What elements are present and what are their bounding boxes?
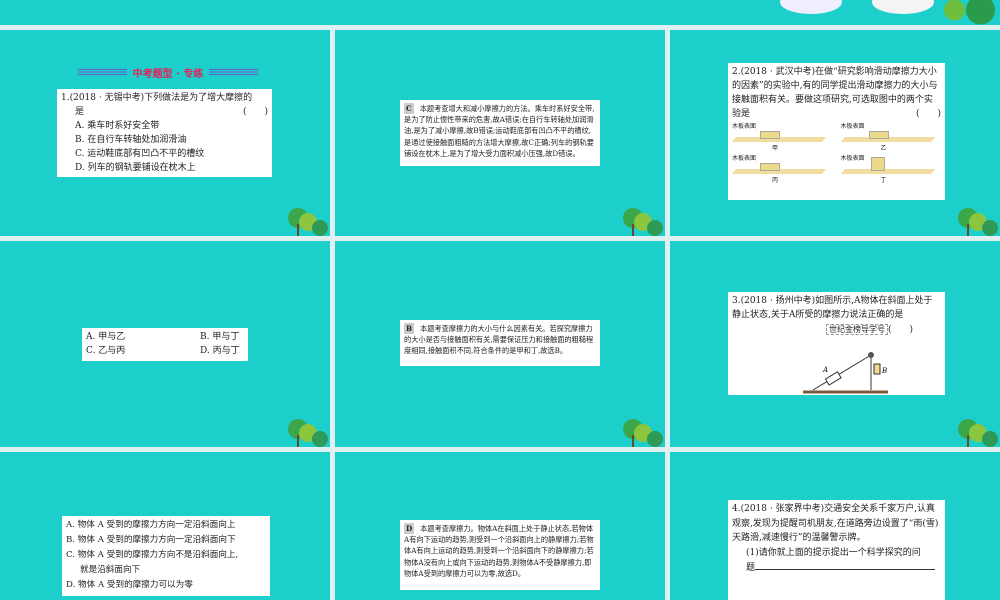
tree-icon	[958, 419, 998, 447]
slide-8[interactable]: D 本题考查摩擦力。物体A在斜面上处于静止状态,若物体A有向下运动的趋势,则受到一…	[335, 452, 665, 600]
option-c: C. 物体 A 受到的摩擦力方向不是沿斜面向上,	[66, 550, 239, 560]
butterfly-cloud-decoration	[872, 0, 934, 14]
options-box: A. 物体 A 受到的摩擦力方向一定沿斜面向上 B. 物体 A 受到的摩擦力方向…	[62, 516, 270, 596]
question-box: 2.(2018 · 武汉中考)在做“研究影响滑动摩擦力大小的因素”的实验中,有的…	[728, 63, 945, 200]
slide-6[interactable]: 3.(2018 · 扬州中考)如图所示,A物体在斜面上处于静止状态,关于A所受的…	[670, 241, 1000, 447]
tree-icon	[288, 208, 328, 236]
butterfly-cloud-decoration	[780, 0, 842, 14]
slide-9[interactable]: 4.(2018 · 张家界中考)交通安全关系千家万户,认真观察,发现为提醒司机朋…	[670, 452, 1000, 600]
slide-1[interactable]: 中考题型 · 专练 1.(2018 · 无锡中考)下列做法是为了增大摩擦的 是 (…	[0, 30, 330, 236]
option-b: B. 在自行车转轴处加润滑油	[75, 135, 187, 145]
option-a: A. 物体 A 受到的摩擦力方向一定沿斜面向上	[66, 520, 236, 530]
tree-icon	[623, 208, 663, 236]
option-b: B. 物体 A 受到的摩擦力方向一定沿斜面向下	[66, 535, 236, 545]
slide-7[interactable]: A. 物体 A 受到的摩擦力方向一定沿斜面向上 B. 物体 A 受到的摩擦力方向…	[0, 452, 330, 600]
sub-question-cont: 题	[746, 563, 756, 573]
surface-label: 木板表面	[732, 123, 757, 130]
option-a: A. 甲与乙	[86, 332, 126, 342]
slide-top-partial[interactable]	[0, 0, 1000, 25]
answer-label: B	[404, 323, 415, 335]
tree-icon	[623, 419, 663, 447]
answer-box: D 本题考查摩擦力。物体A在斜面上处于静止状态,若物体A有向下运动的趋势,则受到一…	[400, 520, 600, 590]
watermark-label: 世纪金榜导学号	[826, 324, 888, 335]
slide-5[interactable]: B 本题考查摩擦力的大小与什么因素有关。若探究摩擦力的大小是否与接触面积有关,需要…	[335, 241, 665, 447]
question-text: 1.(2018 · 无锡中考)下列做法是为了增大摩擦的	[61, 93, 253, 103]
option-c-cont: 就是沿斜面向下	[80, 565, 141, 575]
explanation-text: 本题考查增大和减小摩擦力的方法。乘车时系好安全带,是为了防止惯性带来的危害,故A…	[404, 104, 595, 158]
tree-icon	[958, 208, 998, 236]
incline-figure: A B	[803, 352, 888, 394]
experiment-label: 甲	[772, 145, 779, 152]
surface-label: 木板表面	[840, 155, 865, 162]
surface-label: 木板表面	[840, 123, 865, 130]
question-box: 1.(2018 · 无锡中考)下列做法是为了增大摩擦的 是 ( ) A. 乘车时系…	[57, 89, 272, 177]
option-c: C. 乙与丙	[86, 346, 126, 356]
question-box: 3.(2018 · 扬州中考)如图所示,A物体在斜面上处于静止状态,关于A所受的…	[728, 292, 945, 395]
sub-question: (1)请你就上面的提示提出一个科学探究的问	[746, 547, 921, 558]
answer-blank: ( )	[888, 325, 914, 335]
explanation-text: 本题考查摩擦力的大小与什么因素有关。若探究摩擦力的大小是否与接触面积有关,需要保…	[404, 324, 594, 356]
header-text: 中考题型 · 专练	[132, 68, 204, 80]
explanation-text: 本题考查摩擦力。物体A在斜面上处于静止状态,若物体A有向下运动的趋势,则受到一个…	[404, 524, 594, 578]
answer-box: C 本题考查增大和减小摩擦力的方法。乘车时系好安全带,是为了防止惯性带来的危害,故…	[400, 100, 600, 166]
tree-icon	[288, 419, 328, 447]
experiment-label: 丙	[772, 177, 779, 184]
question-text: 4.(2018 · 张家界中考)交通安全关系千家万户,认真观察,发现为提醒司机朋…	[732, 504, 939, 543]
section-header: 中考题型 · 专练	[78, 64, 259, 80]
slide-4[interactable]: A. 甲与乙 B. 甲与丁 C. 乙与丙 D. 丙与丁	[0, 241, 330, 447]
slide-2[interactable]: C 本题考查增大和减小摩擦力的方法。乘车时系好安全带,是为了防止惯性带来的危害,故…	[335, 30, 665, 236]
question-box: 4.(2018 · 张家界中考)交通安全关系千家万户,认真观察,发现为提醒司机朋…	[728, 500, 945, 600]
option-a: A. 乘车时系好安全带	[75, 121, 160, 131]
option-d: D. 列车的钢轨要铺设在枕木上	[75, 163, 196, 173]
option-b: B. 甲与丁	[200, 332, 240, 342]
surface-label: 木板表面	[732, 155, 757, 162]
label-a: A	[822, 366, 828, 374]
option-d: D. 丙与丁	[200, 346, 240, 356]
question-text: 是	[75, 107, 85, 117]
experiment-label: 丁	[880, 177, 887, 184]
answer-label: D	[404, 523, 415, 535]
tree-decoration	[935, 0, 1000, 25]
slide-3[interactable]: 2.(2018 · 武汉中考)在做“研究影响滑动摩擦力大小的因素”的实验中,有的…	[670, 30, 1000, 236]
answer-label: C	[404, 103, 414, 115]
answer-blank: ( )	[915, 109, 941, 119]
experiment-label: 乙	[880, 145, 887, 152]
experiment-figure: 木板表面甲 木板表面乙 木板表面丙 木板表面丁	[731, 123, 941, 185]
answer-blank: ( )	[242, 107, 268, 117]
label-b: B	[881, 367, 887, 375]
option-d: D. 物体 A 受到的摩擦力可以为零	[66, 580, 193, 590]
answer-line	[755, 560, 936, 570]
options-box: A. 甲与乙 B. 甲与丁 C. 乙与丙 D. 丙与丁	[82, 328, 248, 361]
option-c: C. 运动鞋底部有凹凸不平的槽纹	[75, 149, 205, 159]
answer-box: B 本题考查摩擦力的大小与什么因素有关。若探究摩擦力的大小是否与接触面积有关,需要…	[400, 320, 600, 366]
